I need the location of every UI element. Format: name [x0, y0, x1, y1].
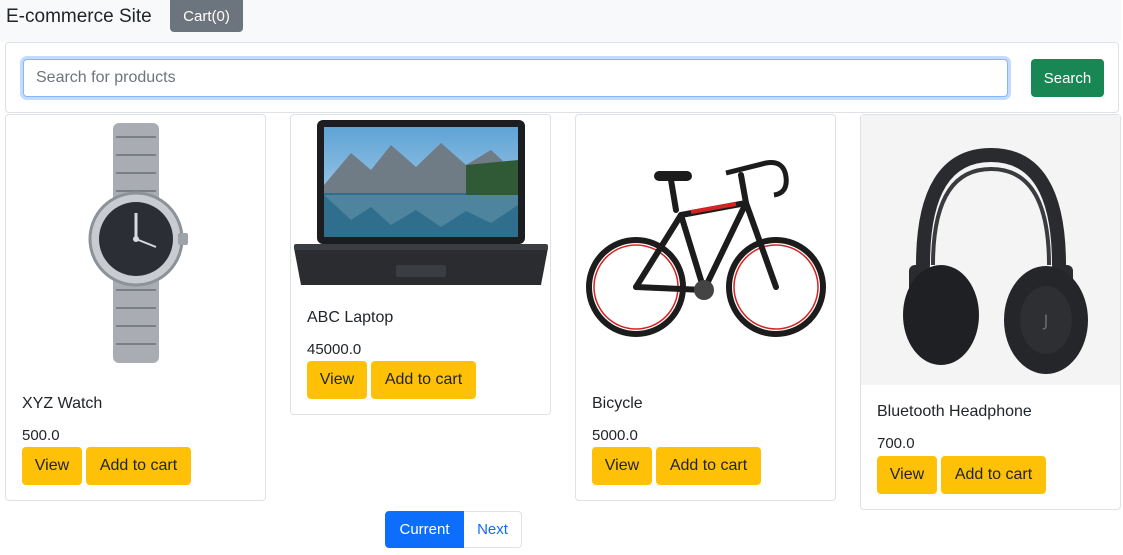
search-input[interactable]: [23, 59, 1008, 97]
view-button[interactable]: View: [592, 447, 652, 485]
search-panel: Search: [5, 42, 1119, 113]
product-image-watch: [6, 115, 265, 377]
cart-button[interactable]: Cart(0): [170, 0, 243, 32]
product-price: 45000.0: [307, 341, 362, 358]
product-card-watch: XYZ Watch 500.0 View Add to cart: [5, 114, 266, 501]
page-next[interactable]: Next: [464, 511, 522, 548]
product-image-bicycle: [576, 115, 835, 377]
product-name: Bluetooth Headphone: [877, 403, 1032, 420]
product-price: 700.0: [877, 435, 915, 452]
add-to-cart-button[interactable]: Add to cart: [371, 361, 476, 399]
product-card-laptop: ABC Laptop 45000.0 View Add to cart: [290, 114, 551, 415]
pagination: Current Next: [385, 511, 522, 548]
brand-title[interactable]: E-commerce Site: [6, 6, 152, 28]
product-image-headphone: J: [861, 115, 1120, 385]
product-card-bicycle: Bicycle 5000.0 View Add to cart: [575, 114, 836, 501]
product-name: XYZ Watch: [22, 395, 103, 412]
navbar: E-commerce Site Cart(0): [0, 0, 1121, 42]
product-price: 5000.0: [592, 427, 638, 444]
svg-text:J: J: [1043, 311, 1049, 330]
product-image-laptop: [291, 115, 550, 291]
view-button[interactable]: View: [877, 456, 937, 494]
page-current[interactable]: Current: [385, 511, 464, 548]
view-button[interactable]: View: [22, 447, 82, 485]
product-card-headphone: J Bluetooth Headphone 700.0 View Add to …: [860, 114, 1121, 510]
product-name: Bicycle: [592, 395, 643, 412]
add-to-cart-button[interactable]: Add to cart: [941, 456, 1046, 494]
product-name: ABC Laptop: [307, 309, 394, 326]
product-price: 500.0: [22, 427, 60, 444]
add-to-cart-button[interactable]: Add to cart: [656, 447, 761, 485]
view-button[interactable]: View: [307, 361, 367, 399]
search-button[interactable]: Search: [1031, 59, 1104, 97]
add-to-cart-button[interactable]: Add to cart: [86, 447, 191, 485]
